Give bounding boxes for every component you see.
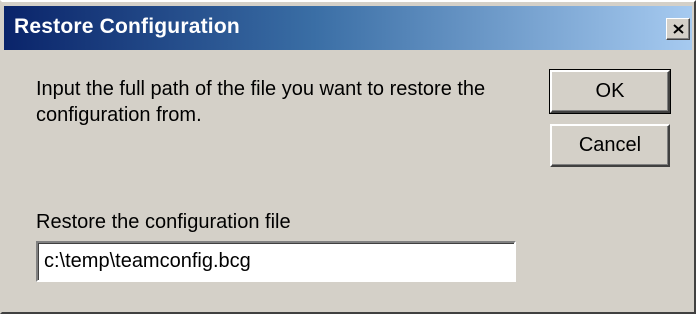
window-title: Restore Configuration bbox=[14, 15, 240, 38]
file-path-label: Restore the configuration file bbox=[36, 211, 291, 233]
cancel-button[interactable]: Cancel bbox=[550, 124, 670, 167]
close-button[interactable] bbox=[666, 18, 690, 40]
ok-button[interactable]: OK bbox=[549, 69, 671, 114]
close-icon bbox=[673, 24, 684, 34]
file-path-input[interactable] bbox=[36, 241, 516, 282]
restore-configuration-dialog: Restore Configuration Input the full pat… bbox=[0, 0, 696, 314]
title-bar[interactable]: Restore Configuration bbox=[4, 6, 692, 50]
instruction-text: Input the full path of the file you want… bbox=[36, 78, 486, 126]
